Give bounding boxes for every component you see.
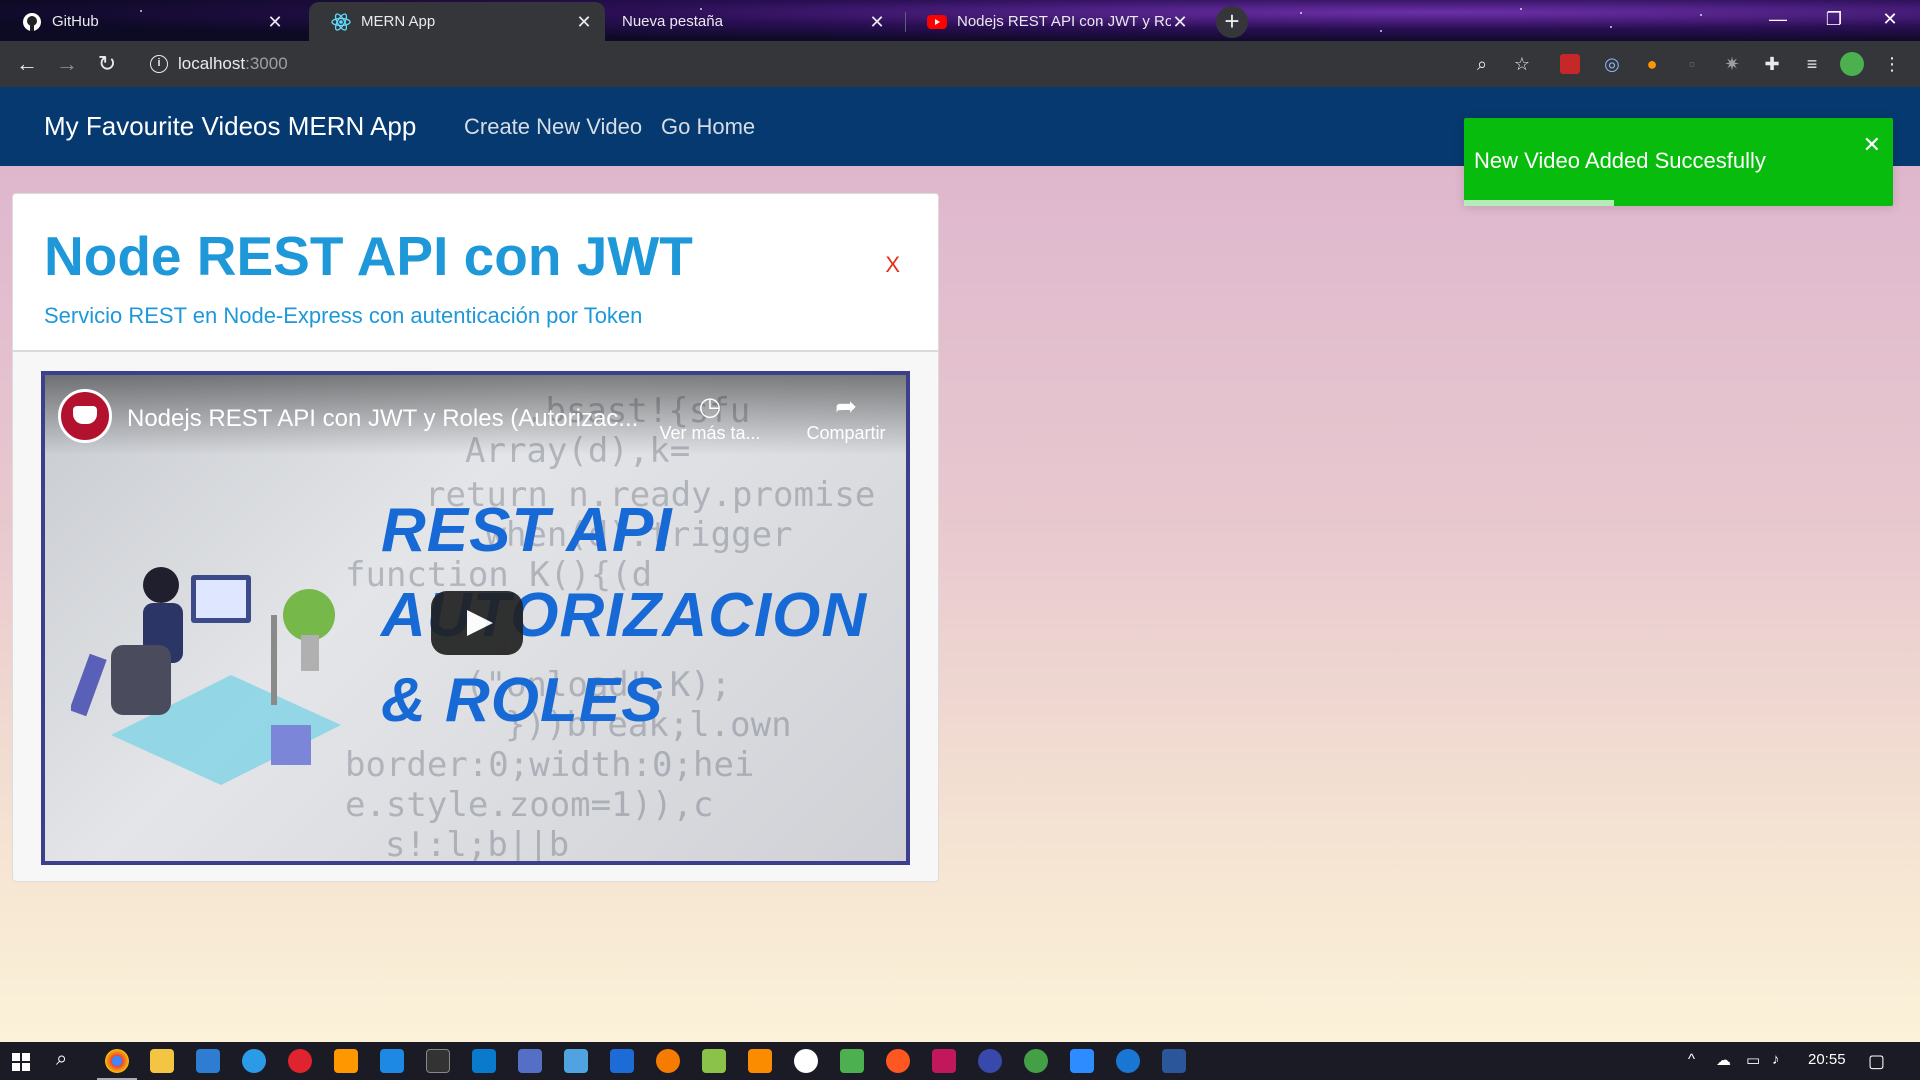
vscode-icon[interactable] bbox=[472, 1049, 496, 1073]
nav-go-home[interactable]: Go Home bbox=[661, 114, 755, 140]
restore-icon[interactable]: ❐ bbox=[1806, 0, 1862, 41]
tab-title: Nodejs REST API con JWT y Role bbox=[957, 13, 1171, 30]
chevron-up-icon[interactable]: ^ bbox=[1688, 1051, 1695, 1068]
youtube-icon bbox=[927, 14, 947, 29]
reload-icon[interactable]: ↻ bbox=[91, 48, 123, 80]
video-card-header: Node REST API con JWT Servicio REST en N… bbox=[13, 194, 938, 352]
extension-icon[interactable]: ▫ bbox=[1680, 52, 1704, 76]
developer-illustration bbox=[71, 567, 341, 785]
app-icon[interactable] bbox=[932, 1049, 956, 1073]
network-icon[interactable]: ▭ bbox=[1746, 1051, 1760, 1069]
page-content: My Favourite Videos MERN App Create New … bbox=[0, 87, 1920, 1042]
close-window-icon[interactable]: ✕ bbox=[1862, 0, 1918, 41]
new-tab-button[interactable]: + bbox=[1216, 6, 1248, 38]
close-icon[interactable]: ✕ bbox=[1863, 132, 1881, 158]
tab-title: GitHub bbox=[52, 13, 99, 30]
notifications-icon[interactable]: ▢ bbox=[1868, 1051, 1885, 1072]
store-icon[interactable] bbox=[196, 1049, 220, 1073]
cloud-icon[interactable]: ☁ bbox=[1716, 1051, 1731, 1069]
tab-github[interactable]: GitHub ✕ bbox=[0, 2, 296, 41]
video-card: Node REST API con JWT Servicio REST en N… bbox=[12, 193, 939, 882]
bookmark-star-icon[interactable]: ☆ bbox=[1510, 52, 1534, 76]
tab-mern-app[interactable]: MERN App ✕ bbox=[309, 2, 605, 41]
app-icon[interactable] bbox=[518, 1049, 542, 1073]
close-icon[interactable]: ✕ bbox=[1171, 13, 1189, 31]
app-icon[interactable] bbox=[1024, 1049, 1048, 1073]
app-icon[interactable] bbox=[1116, 1049, 1140, 1073]
minimize-icon[interactable]: — bbox=[1750, 0, 1806, 41]
share-button[interactable]: ➦ Compartir bbox=[791, 389, 901, 444]
tab-new-tab[interactable]: Nueva pestaña ✕ bbox=[602, 2, 898, 41]
close-icon[interactable]: ✕ bbox=[868, 13, 886, 31]
extension-icon[interactable]: ✷ bbox=[1720, 52, 1744, 76]
extension-icon[interactable]: ● bbox=[1640, 52, 1664, 76]
tab-title: MERN App bbox=[361, 13, 436, 30]
embed-video-title[interactable]: Nodejs REST API con JWT y Roles (Autoriz… bbox=[127, 405, 638, 433]
video-title[interactable]: Node REST API con JWT bbox=[44, 224, 693, 288]
address-bar[interactable]: i localhost:3000 bbox=[140, 47, 1470, 81]
share-label: Compartir bbox=[806, 423, 886, 443]
windows-start-icon[interactable] bbox=[12, 1053, 30, 1071]
menu-kebab-icon[interactable]: ⋮ bbox=[1880, 52, 1904, 76]
extension-icon[interactable] bbox=[1560, 54, 1580, 74]
app-icon[interactable] bbox=[840, 1049, 864, 1073]
app-icon[interactable] bbox=[564, 1049, 588, 1073]
xampp-icon[interactable] bbox=[748, 1049, 772, 1073]
app-icon[interactable] bbox=[702, 1049, 726, 1073]
watch-later-button[interactable]: ◷ Ver más ta... bbox=[655, 389, 765, 444]
close-icon[interactable]: ✕ bbox=[575, 13, 593, 31]
forward-icon[interactable]: → bbox=[51, 48, 83, 80]
toast-progress-bar bbox=[1464, 200, 1615, 206]
app-icon[interactable] bbox=[978, 1049, 1002, 1073]
youtube-embed[interactable]: .bsast!{sfu Array(d),k= return n.ready.p… bbox=[41, 371, 910, 865]
watch-later-label: Ver más ta... bbox=[659, 423, 761, 443]
volume-icon[interactable]: ♪ bbox=[1772, 1051, 1780, 1068]
play-button[interactable] bbox=[431, 591, 523, 655]
app-icon[interactable] bbox=[242, 1049, 266, 1073]
browser-tab-strip: GitHub ✕ MERN App ✕ Nueva pestaña ✕ Node… bbox=[0, 0, 1920, 41]
puzzle-extensions-icon[interactable]: ✚ bbox=[1760, 52, 1784, 76]
powershell-icon[interactable] bbox=[610, 1049, 634, 1073]
video-description: Servicio REST en Node-Express con autent… bbox=[44, 303, 643, 328]
url-port: :3000 bbox=[245, 54, 288, 73]
tab-title: Nueva pestaña bbox=[622, 13, 723, 30]
word-icon[interactable] bbox=[1162, 1049, 1186, 1073]
zoom-icon[interactable]: ⌕ bbox=[1470, 52, 1494, 76]
chrome-icon[interactable] bbox=[105, 1049, 129, 1073]
nav-create-new-video[interactable]: Create New Video bbox=[464, 114, 642, 140]
react-icon bbox=[331, 12, 351, 31]
thumbnail-line: & ROLES bbox=[381, 666, 664, 735]
file-explorer-icon[interactable] bbox=[150, 1049, 174, 1073]
url-host: localhost bbox=[178, 54, 246, 73]
clock-icon: ◷ bbox=[698, 391, 722, 421]
brand-link[interactable]: My Favourite Videos MERN App bbox=[44, 111, 416, 142]
share-icon: ➦ bbox=[835, 391, 857, 421]
delete-video-button[interactable]: X bbox=[885, 252, 900, 278]
github-icon bbox=[23, 12, 41, 31]
mail-icon[interactable] bbox=[380, 1049, 404, 1073]
windows-taskbar: ⌕ ^ ☁ ▭ ♪ 20:55 ▢ bbox=[0, 1042, 1920, 1080]
postman-icon[interactable] bbox=[886, 1049, 910, 1073]
channel-avatar[interactable] bbox=[58, 389, 112, 443]
back-icon[interactable]: ← bbox=[11, 48, 43, 80]
thumbnail-line: REST API bbox=[381, 496, 673, 565]
browser-toolbar: ← → ↻ i localhost:3000 ⌕ ☆ ◎ ● ▫ ✷ ✚ ≡ ⋮ bbox=[0, 41, 1920, 87]
tab-youtube-video[interactable]: Nodejs REST API con JWT y Role ✕ bbox=[905, 2, 1201, 41]
site-info-icon[interactable]: i bbox=[150, 55, 168, 73]
close-icon[interactable]: ✕ bbox=[266, 13, 284, 31]
media-controls-icon[interactable]: ≡ bbox=[1800, 52, 1824, 76]
clock[interactable]: 20:55 bbox=[1808, 1051, 1846, 1068]
terminal-icon[interactable] bbox=[426, 1049, 450, 1073]
search-icon[interactable]: ⌕ bbox=[56, 1048, 67, 1071]
toast-message: New Video Added Succesfully bbox=[1474, 148, 1766, 173]
zoom-app-icon[interactable] bbox=[1070, 1049, 1094, 1073]
app-icon[interactable] bbox=[794, 1049, 818, 1073]
extension-icon[interactable]: ◎ bbox=[1600, 52, 1624, 76]
opera-icon[interactable] bbox=[288, 1049, 312, 1073]
success-toast[interactable]: New Video Added Succesfully ✕ bbox=[1464, 118, 1893, 206]
avatar[interactable] bbox=[1840, 52, 1864, 76]
sublime-icon[interactable] bbox=[334, 1049, 358, 1073]
app-icon[interactable] bbox=[656, 1049, 680, 1073]
